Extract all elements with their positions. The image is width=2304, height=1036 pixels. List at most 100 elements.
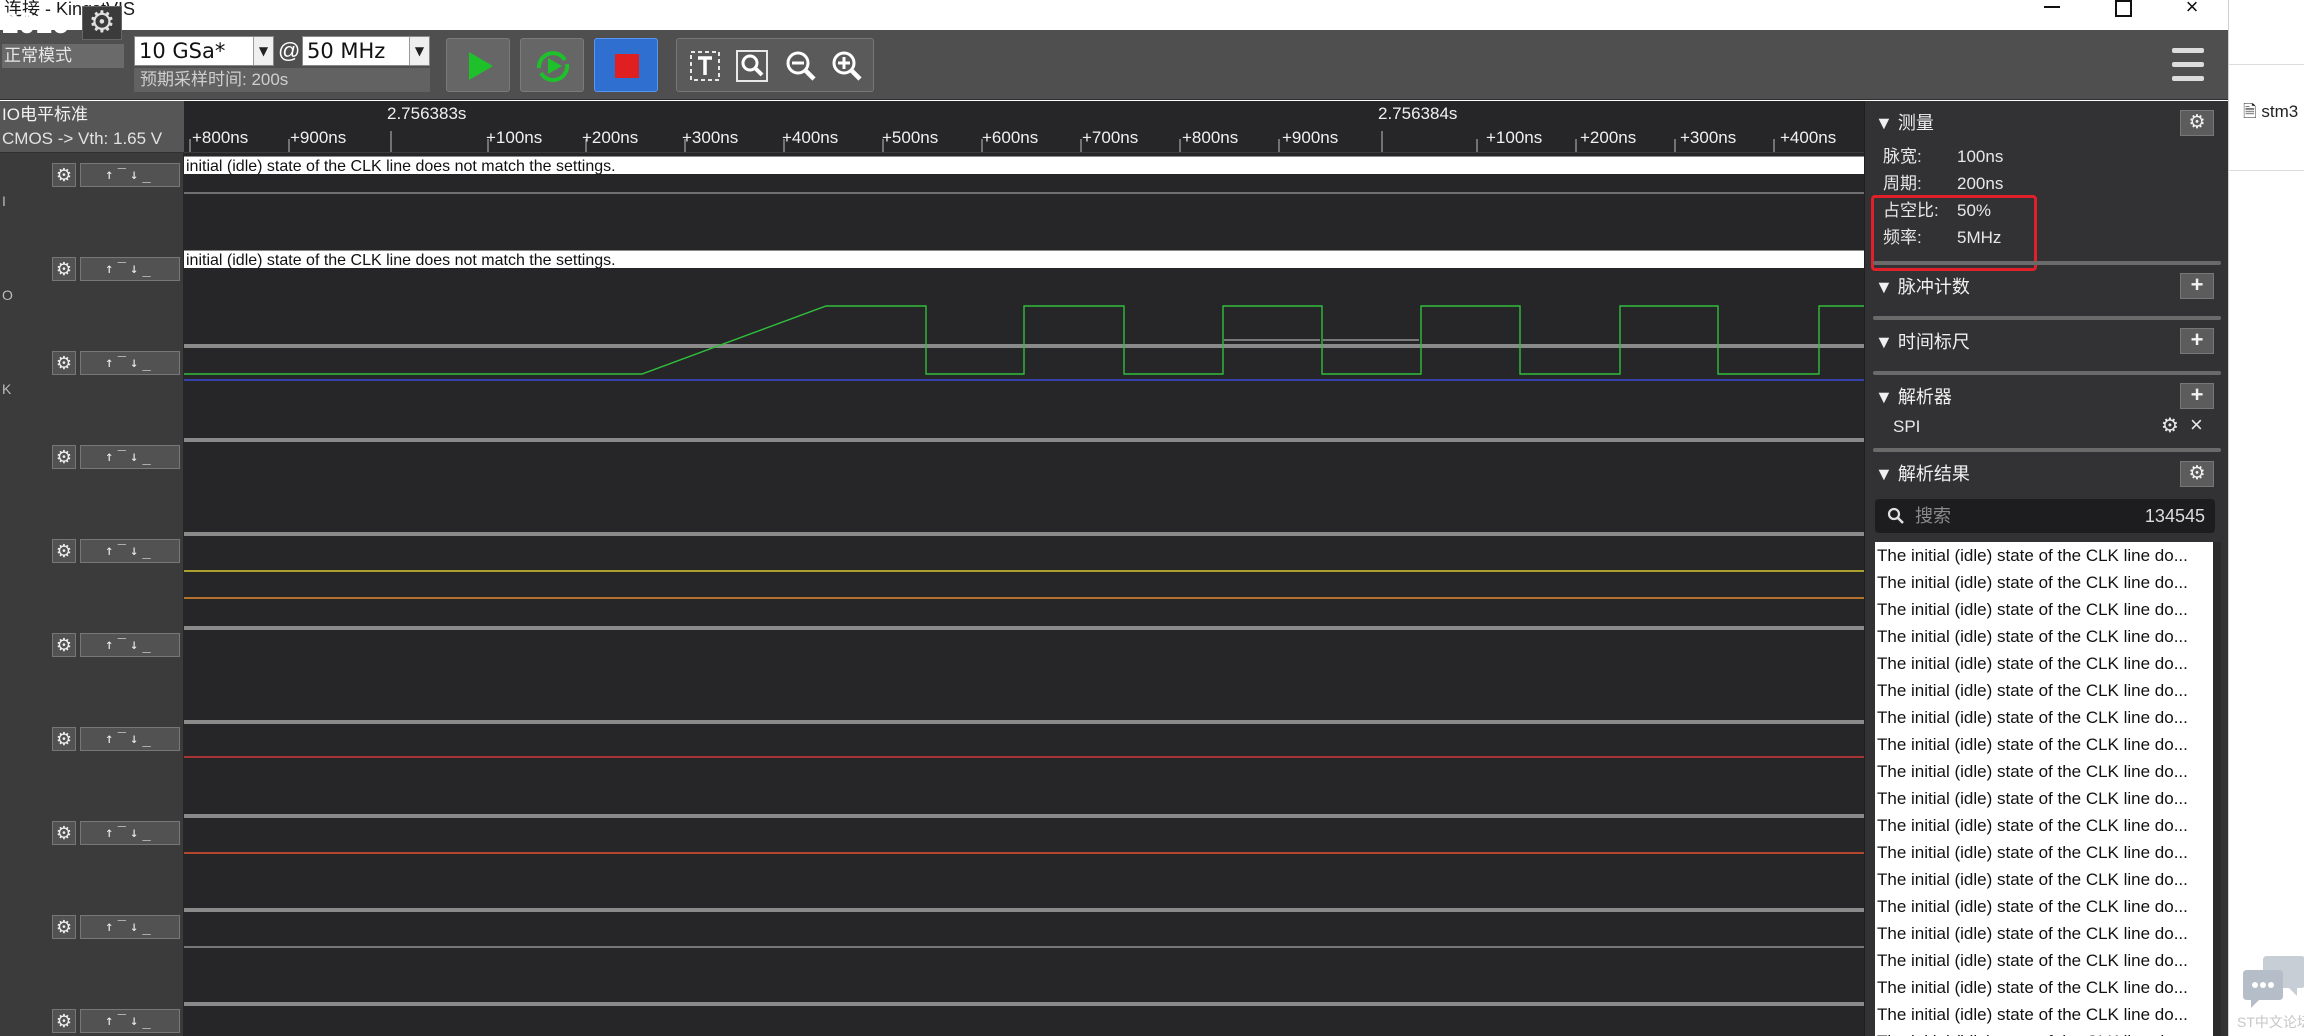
trigger-edge-buttons[interactable]: ↑‾↓_ (80, 445, 180, 469)
list-item[interactable]: The initial (idle) state of the CLK line… (1875, 731, 2213, 758)
list-item[interactable]: The initial (idle) state of the CLK line… (1875, 569, 2213, 596)
channel-settings-gear-icon[interactable]: ⚙ (52, 1009, 76, 1033)
trigger-edge-buttons[interactable]: ↑‾↓_ (80, 727, 180, 751)
channel-settings-gear-icon[interactable]: ⚙ (52, 445, 76, 469)
ruler-label: +100ns (486, 128, 542, 147)
maximize-button[interactable] (2110, 0, 2134, 17)
results-search-box[interactable]: 134545 (1875, 499, 2215, 533)
list-item[interactable]: The initial (idle) state of the CLK line… (1875, 758, 2213, 785)
clk-waveform[interactable] (184, 305, 1864, 375)
measure-title: 测量 (1897, 113, 1934, 133)
trigger-edge-buttons[interactable]: ↑‾↓_ (80, 163, 180, 187)
loop-start-button[interactable] (520, 38, 584, 92)
chevron-down-icon[interactable]: ▼ (409, 37, 429, 65)
measure-settings-gear-icon[interactable]: ⚙ (2180, 110, 2214, 136)
ruler-label: +100ns (1486, 128, 1542, 147)
zoom-fit-button[interactable] (733, 47, 773, 85)
list-item[interactable]: The initial (idle) state of the CLK line… (1875, 812, 2213, 839)
list-item[interactable]: The initial (idle) state of the CLK line… (1875, 947, 2213, 974)
start-button[interactable] (446, 38, 510, 92)
trigger-edge-buttons[interactable]: ↑‾↓_ (80, 351, 180, 375)
list-item[interactable]: The initial (idle) state of the CLK line… (1875, 623, 2213, 650)
ruler-label: +300ns (682, 128, 738, 147)
trigger-edge-buttons[interactable]: ↑‾↓_ (80, 539, 180, 563)
analyzer-section-header[interactable]: ▼ 解析器 (1875, 385, 1952, 409)
triangle-down-icon: ▼ (1875, 113, 1898, 133)
pulse-count-section-header[interactable]: ▼ 脉冲计数 (1875, 275, 1970, 299)
channel-settings-gear-icon[interactable]: ⚙ (52, 163, 76, 187)
background-tab[interactable]: 🗎 stm3 (2243, 100, 2298, 124)
list-item[interactable]: The initial (idle) state of the CLK line… (1875, 704, 2213, 731)
list-item[interactable]: The initial (idle) state of the CLK line… (1875, 785, 2213, 812)
waveform-canvas[interactable]: initial (idle) state of the CLK line doe… (184, 153, 1864, 1036)
list-item[interactable]: The initial (idle) state of the CLK line… (1875, 1028, 2213, 1036)
mode-label: 正常模式 (2, 44, 124, 68)
trigger-edge-buttons[interactable]: ↑‾↓_ (80, 1009, 180, 1033)
list-item[interactable]: The initial (idle) state of the CLK line… (1875, 974, 2213, 1001)
text-tool-icon (690, 51, 720, 81)
time-ruler-section-header[interactable]: ▼ 时间标尺 (1875, 330, 1970, 354)
add-time-ruler-button[interactable]: + (2180, 328, 2214, 354)
channel-tag: K (2, 381, 12, 397)
analyzer-remove-close-icon[interactable]: × (2190, 413, 2203, 437)
hamburger-menu-button[interactable] (2172, 46, 2206, 86)
sample-frequency-select[interactable]: 50 MHz ▼ (302, 36, 430, 66)
io-standard-header[interactable]: IO电平标准 CMOS -> Vth: 1.65 V (0, 101, 184, 153)
add-analyzer-button[interactable]: + (2180, 383, 2214, 409)
channel-tag: I (2, 193, 6, 209)
ruler-label: +200ns (1580, 128, 1636, 147)
list-item[interactable]: The initial (idle) state of the CLK line… (1875, 1001, 2213, 1028)
channel-settings-gear-icon[interactable]: ⚙ (52, 351, 76, 375)
results-section-header[interactable]: ▼ 解析结果 (1875, 462, 1970, 486)
stop-button[interactable] (594, 38, 658, 92)
list-item[interactable]: The initial (idle) state of the CLK line… (1875, 893, 2213, 920)
minimize-button[interactable] (2040, 0, 2064, 16)
triangle-down-icon: ▼ (1875, 277, 1898, 297)
search-input[interactable] (1915, 502, 2105, 530)
section-divider (1873, 261, 2221, 265)
row-separator (184, 1002, 1864, 1006)
ruler-label: +800ns (192, 128, 248, 147)
close-button[interactable]: × (2180, 0, 2204, 18)
list-item[interactable]: The initial (idle) state of the CLK line… (1875, 542, 2213, 569)
trigger-edge-buttons[interactable]: ↑‾↓_ (80, 821, 180, 845)
channel-settings-gear-icon[interactable]: ⚙ (52, 727, 76, 751)
list-item[interactable]: The initial (idle) state of the CLK line… (1875, 596, 2213, 623)
list-item[interactable]: The initial (idle) state of the CLK line… (1875, 677, 2213, 704)
sample-frequency-value: 50 MHz (307, 39, 386, 63)
text-cursor-button[interactable] (685, 47, 725, 85)
channel-settings-gear-icon[interactable]: ⚙ (52, 915, 76, 939)
channel-control-row: ⚙ ↑‾↓_ (0, 631, 184, 661)
channel-settings-gear-icon[interactable]: ⚙ (52, 257, 76, 281)
row-separator (184, 626, 1864, 630)
device-count: 2016 (2, 7, 69, 40)
device-settings-gear-icon[interactable]: ⚙ (82, 6, 122, 40)
list-item[interactable]: The initial (idle) state of the CLK line… (1875, 866, 2213, 893)
measure-section-header[interactable]: ▼ 测量 (1875, 111, 1934, 135)
channel-control-row: ⚙ ↑‾↓_ (0, 537, 184, 567)
sample-depth-select[interactable]: 10 GSa* ▼ (134, 36, 274, 66)
results-scrollbar[interactable] (2213, 542, 2221, 1036)
channel-control-row: ⚙ ↑‾↓_ (0, 255, 184, 285)
trigger-edge-buttons[interactable]: ↑‾↓_ (80, 257, 180, 281)
analyzer-item-spi[interactable]: SPI (1893, 415, 1920, 439)
zoom-in-button[interactable] (827, 47, 867, 85)
search-icon (1887, 507, 1904, 524)
list-item[interactable]: The initial (idle) state of the CLK line… (1875, 650, 2213, 677)
channel-settings-gear-icon[interactable]: ⚙ (52, 539, 76, 563)
trigger-edge-buttons[interactable]: ↑‾↓_ (80, 633, 180, 657)
time-ruler[interactable]: +800ns +900ns 2.756383s +100ns +200ns +300ns +… (184, 101, 1864, 153)
channel-settings-gear-icon[interactable]: ⚙ (52, 633, 76, 657)
analyzer-settings-gear-icon[interactable]: ⚙ (2161, 414, 2179, 438)
waveform-area[interactable]: +800ns +900ns 2.756383s +100ns +200ns +300ns +… (184, 101, 1864, 1036)
list-item[interactable]: The initial (idle) state of the CLK line… (1875, 920, 2213, 947)
results-list[interactable]: The initial (idle) state of the CLK line… (1875, 542, 2213, 1036)
channel-control-row: ⚙ ↑‾↓_ (0, 161, 184, 191)
trigger-edge-buttons[interactable]: ↑‾↓_ (80, 915, 180, 939)
zoom-out-button[interactable] (781, 47, 821, 85)
add-pulse-count-button[interactable]: + (2180, 273, 2214, 299)
chevron-down-icon[interactable]: ▼ (253, 37, 273, 65)
list-item[interactable]: The initial (idle) state of the CLK line… (1875, 839, 2213, 866)
channel-settings-gear-icon[interactable]: ⚙ (52, 821, 76, 845)
results-settings-gear-icon[interactable]: ⚙ (2180, 461, 2214, 487)
